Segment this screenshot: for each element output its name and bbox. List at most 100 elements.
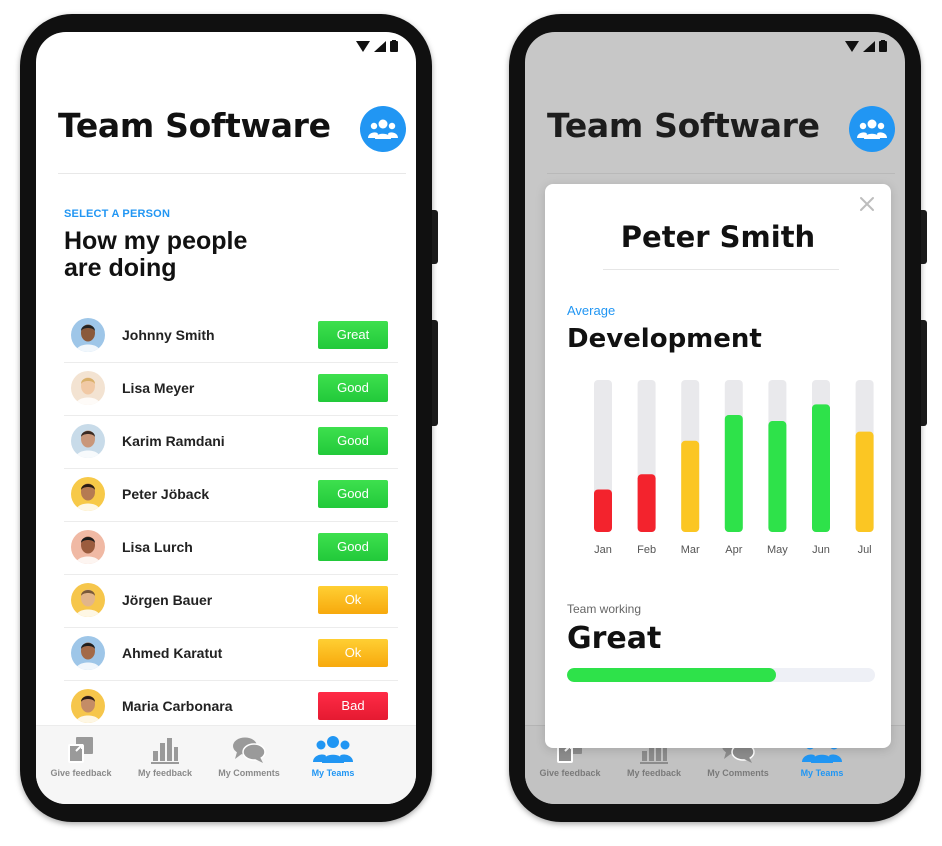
x-tick-label: Mar [681,544,700,556]
chart-bar [768,421,787,532]
status-badge: Ok [318,586,388,614]
chart-bar [594,489,612,532]
title-divider [58,173,406,174]
bar-chart-icon [120,734,210,766]
person-name: Lisa Lurch [122,539,193,555]
phone-frame-right: Team Software Give feedback My feedback My… [509,14,927,822]
modal-person-name: Peter Smith [620,220,816,254]
team-button[interactable] [849,106,895,152]
avatar [71,424,105,458]
comments-icon [204,734,294,766]
person-row[interactable]: Ahmed Karatut Ok [64,628,398,681]
nav-label: My feedback [626,768,682,778]
nav-item-give-feedback[interactable]: Give feedback [36,734,126,778]
person-row[interactable]: Karim Ramdani Good [64,416,398,469]
title-divider [547,173,895,174]
status-bar [845,40,887,52]
phone-frame-left: Team Software SELECT A PERSON How my peo… [20,14,438,822]
volume-button [432,210,438,264]
person-name: Karim Ramdani [122,433,225,449]
person-row[interactable]: Johnny Smith Great [64,310,398,363]
x-tick-label: May [767,544,788,556]
nav-item-my-comments[interactable]: My Comments [204,734,294,778]
average-label: Average [567,303,616,318]
status-bar [356,40,398,52]
people-list: Johnny Smith Great Lisa Meyer Good Karim Ram… [64,310,398,734]
team-progress-bar [567,668,875,682]
people-heading-line2: are doing [64,254,177,282]
app-title: Team Software [547,106,820,145]
avatar [71,636,105,670]
people-heading-line1: How my people [64,227,248,255]
person-row[interactable]: Lisa Lurch Good [64,522,398,575]
wifi-icon [356,40,370,52]
power-button [921,320,927,426]
power-button [432,320,438,426]
team-progress-fill [567,668,777,682]
x-tick-label: Jan [594,544,612,556]
detail-screen: Team Software Give feedback My feedback My… [525,32,905,804]
person-detail-modal: Peter Smith Average Development Jan Feb Ma… [545,184,891,748]
nav-label: Give feedback [50,768,112,778]
chart-bar [637,474,656,532]
person-name: Maria Carbonara [122,698,233,714]
x-tick-label: Jun [812,544,830,556]
nav-item-my-teams[interactable]: My Teams [288,734,378,778]
nav-label: Give feedback [539,768,601,778]
chart-bar [855,431,874,532]
select-person-label: SELECT A PERSON [64,208,171,220]
team-icon [857,119,887,139]
person-row[interactable]: Jörgen Bauer Ok [64,575,398,628]
person-name: Lisa Meyer [122,380,195,396]
nav-label: My Teams [311,768,355,778]
nav-label: My Comments [218,768,280,778]
team-working-value: Great [567,621,662,656]
nav-label: My Teams [800,768,844,778]
close-icon[interactable] [857,194,877,214]
status-badge: Good [318,533,388,561]
person-name: Peter Jöback [122,486,210,502]
team-working-label: Team working [567,602,642,616]
x-tick-label: Jul [858,544,872,556]
volume-button [921,210,927,264]
people-screen: Team Software SELECT A PERSON How my peo… [36,32,416,804]
avatar [71,318,105,352]
nav-label: My feedback [137,768,193,778]
bottom-nav: Give feedback My feedback My Comments My Te… [36,725,416,804]
person-row[interactable]: Lisa Meyer Good [64,363,398,416]
team-button[interactable] [360,106,406,152]
avatar [71,477,105,511]
avatar [71,530,105,564]
status-badge: Good [318,374,388,402]
team-icon [288,734,378,766]
chart-bar [724,414,743,532]
status-badge: Good [318,427,388,455]
x-tick-label: Apr [725,544,742,556]
status-badge: Ok [318,639,388,667]
avatar [71,583,105,617]
chart-bar [812,404,830,532]
status-badge: Good [318,480,388,508]
nav-label: My Comments [707,768,769,778]
modal-divider [603,269,839,270]
team-icon [368,119,398,139]
person-name: Jörgen Bauer [122,592,213,608]
avatar [71,371,105,405]
status-badge: Great [318,321,388,349]
nav-item-my-feedback[interactable]: My feedback [120,734,210,778]
person-row[interactable]: Peter Jöback Good [64,469,398,522]
development-chart: Jan Feb Mar Apr May Jun Jul [594,380,874,556]
avatar [71,689,105,723]
battery-icon [390,40,398,52]
give-feedback-icon [36,734,126,766]
app-title: Team Software [58,106,331,145]
x-tick-label: Feb [637,544,656,556]
development-title: Development [567,324,762,354]
battery-icon [879,40,887,52]
signal-icon [863,40,875,52]
signal-icon [374,40,386,52]
people-heading: How my people are doing [64,228,304,282]
status-badge: Bad [318,692,388,720]
chart-bar [681,440,700,532]
wifi-icon [845,40,859,52]
